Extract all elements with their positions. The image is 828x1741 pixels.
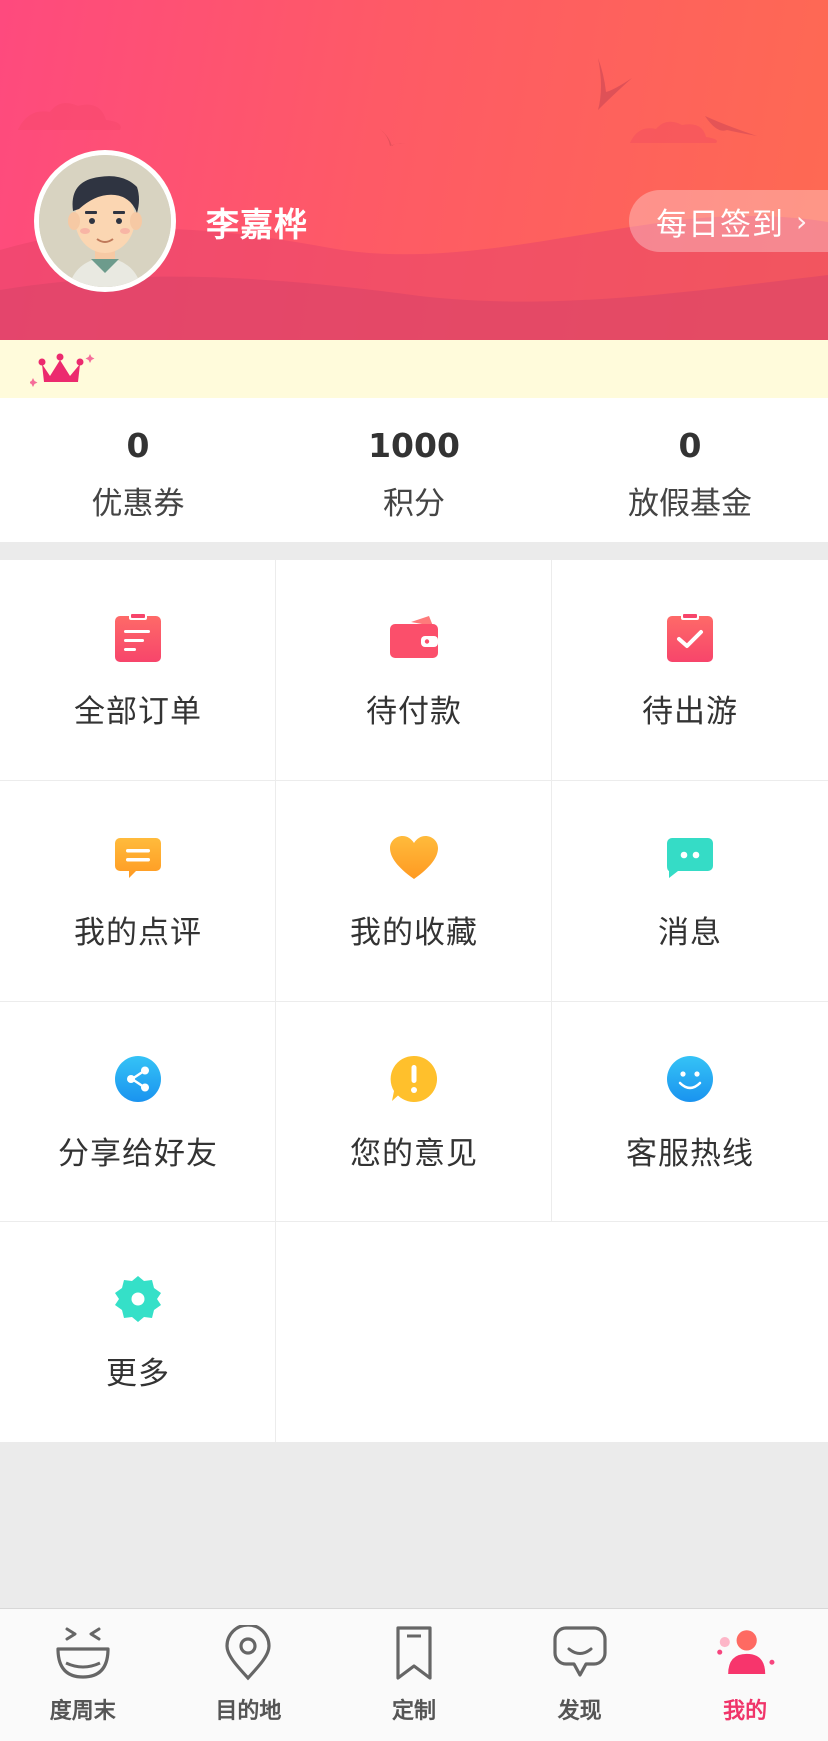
stats-bar: 0 优惠券 1000 积分 0 放假基金: [0, 398, 828, 542]
share-icon: [115, 1056, 161, 1102]
daily-checkin-button[interactable]: 每日签到 ›: [629, 190, 828, 252]
menu-label: 我的收藏: [350, 915, 478, 951]
menu-label: 待付款: [366, 694, 462, 730]
gear-icon: [115, 1276, 161, 1322]
comment-icon: [115, 838, 161, 878]
laugh-face-icon: [56, 1627, 110, 1679]
location-pin-icon: [225, 1625, 271, 1681]
menu-my-reviews[interactable]: 我的点评: [0, 781, 276, 1002]
user-icon: [717, 1630, 775, 1675]
daily-checkin-label: 每日签到: [656, 206, 784, 243]
menu-all-orders[interactable]: 全部订单: [0, 560, 276, 781]
menu-label: 我的点评: [74, 915, 202, 951]
message-icon: [667, 838, 713, 878]
tab-label: 定制: [391, 1699, 436, 1724]
heart-icon: [390, 836, 438, 879]
tab-weekend[interactable]: 度周末: [0, 1609, 166, 1741]
menu-more[interactable]: 更多: [0, 1222, 276, 1443]
menu-pending-payment[interactable]: 待付款: [276, 560, 552, 781]
crown-icon: [30, 353, 95, 387]
menu-grid: 全部订单 待付款 待出游 我的点评 我的收藏 消息 分享给好友 您的意见 客服热…: [0, 560, 828, 1442]
tab-label: 目的地: [215, 1699, 282, 1724]
stat-value: 1000: [368, 426, 460, 465]
stat-label: 放假基金: [628, 486, 752, 522]
stat-value: 0: [678, 426, 702, 465]
stat-holiday-fund[interactable]: 0 放假基金: [552, 398, 828, 542]
menu-label: 更多: [106, 1356, 170, 1392]
avatar[interactable]: [34, 150, 176, 292]
chat-bubble-icon: [552, 1626, 607, 1677]
menu-my-favorites[interactable]: 我的收藏: [276, 781, 552, 1002]
vip-strip[interactable]: [0, 340, 828, 398]
menu-pending-travel[interactable]: 待出游: [552, 560, 828, 781]
menu-label: 客服热线: [626, 1136, 754, 1172]
menu-label: 分享给好友: [58, 1136, 218, 1172]
bottom-tab-bar: 度周末 目的地 定制 发现 我的: [0, 1608, 828, 1741]
tab-discover[interactable]: 发现: [497, 1609, 663, 1741]
bookmark-icon: [396, 1626, 432, 1680]
stat-points[interactable]: 1000 积分: [276, 398, 552, 542]
chevron-right-icon: ›: [796, 204, 809, 238]
stat-label: 积分: [383, 486, 445, 522]
menu-label: 全部订单: [74, 694, 202, 730]
smile-icon: [667, 1056, 713, 1102]
tab-custom[interactable]: 定制: [331, 1609, 497, 1741]
menu-feedback[interactable]: 您的意见: [276, 1002, 552, 1223]
profile-header: 李嘉桦 每日签到 ›: [0, 0, 828, 340]
username: 李嘉桦: [206, 205, 308, 244]
tab-label: 我的: [723, 1699, 768, 1724]
stat-label: 优惠券: [91, 486, 185, 522]
profile-page: 李嘉桦 每日签到 › 0 优惠券 1000 积分 0 放假基金 全部订单 待付款…: [0, 0, 828, 1741]
wallet-icon: [390, 616, 438, 658]
tab-label: 度周末: [49, 1699, 116, 1724]
stat-coupons[interactable]: 0 优惠券: [0, 398, 276, 542]
stat-value: 0: [126, 426, 150, 465]
menu-messages[interactable]: 消息: [552, 781, 828, 1002]
tab-mine[interactable]: 我的: [662, 1609, 828, 1741]
menu-label: 待出游: [642, 694, 738, 730]
tab-destination[interactable]: 目的地: [166, 1609, 332, 1741]
tab-label: 发现: [557, 1699, 602, 1724]
clipboard-check-icon: [667, 612, 713, 662]
menu-label: 消息: [658, 915, 722, 951]
menu-customer-service[interactable]: 客服热线: [552, 1002, 828, 1223]
order-list-icon: [115, 612, 161, 662]
avatar-illustration: [39, 155, 171, 287]
menu-label: 您的意见: [350, 1136, 478, 1172]
feedback-icon: [390, 1055, 438, 1102]
menu-share[interactable]: 分享给好友: [0, 1002, 276, 1223]
